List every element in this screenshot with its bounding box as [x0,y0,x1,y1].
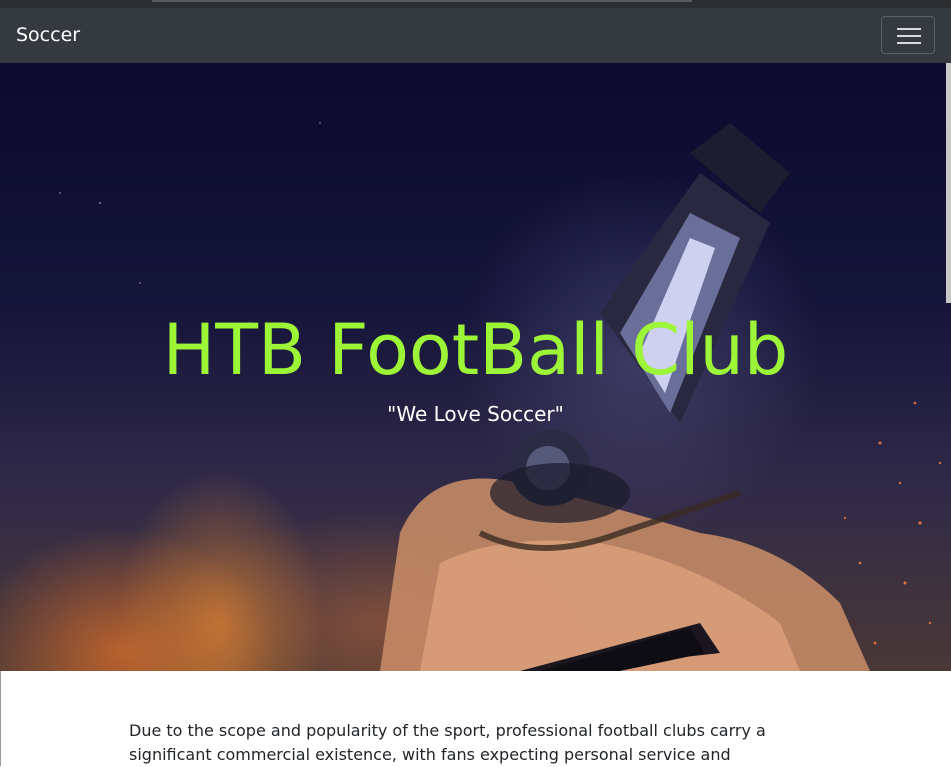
navbar: Soccer [0,8,951,63]
navbar-brand[interactable]: Soccer [16,22,80,48]
hero-title: HTB FootBall Club [162,309,789,391]
browser-tab-indicator [152,0,692,2]
browser-top-strip [0,0,951,8]
hero-banner: HTB FootBall Club "We Love Soccer" [0,63,951,671]
navbar-toggle-button[interactable] [881,16,935,54]
window-edge [0,671,1,766]
hamburger-icon-line [897,42,921,44]
hamburger-icon [897,28,921,30]
hamburger-icon-line [897,35,921,37]
intro-paragraph: Due to the scope and popularity of the s… [129,721,766,764]
hero-subtitle: "We Love Soccer" [387,402,564,426]
page-scrollbar[interactable] [946,63,951,303]
